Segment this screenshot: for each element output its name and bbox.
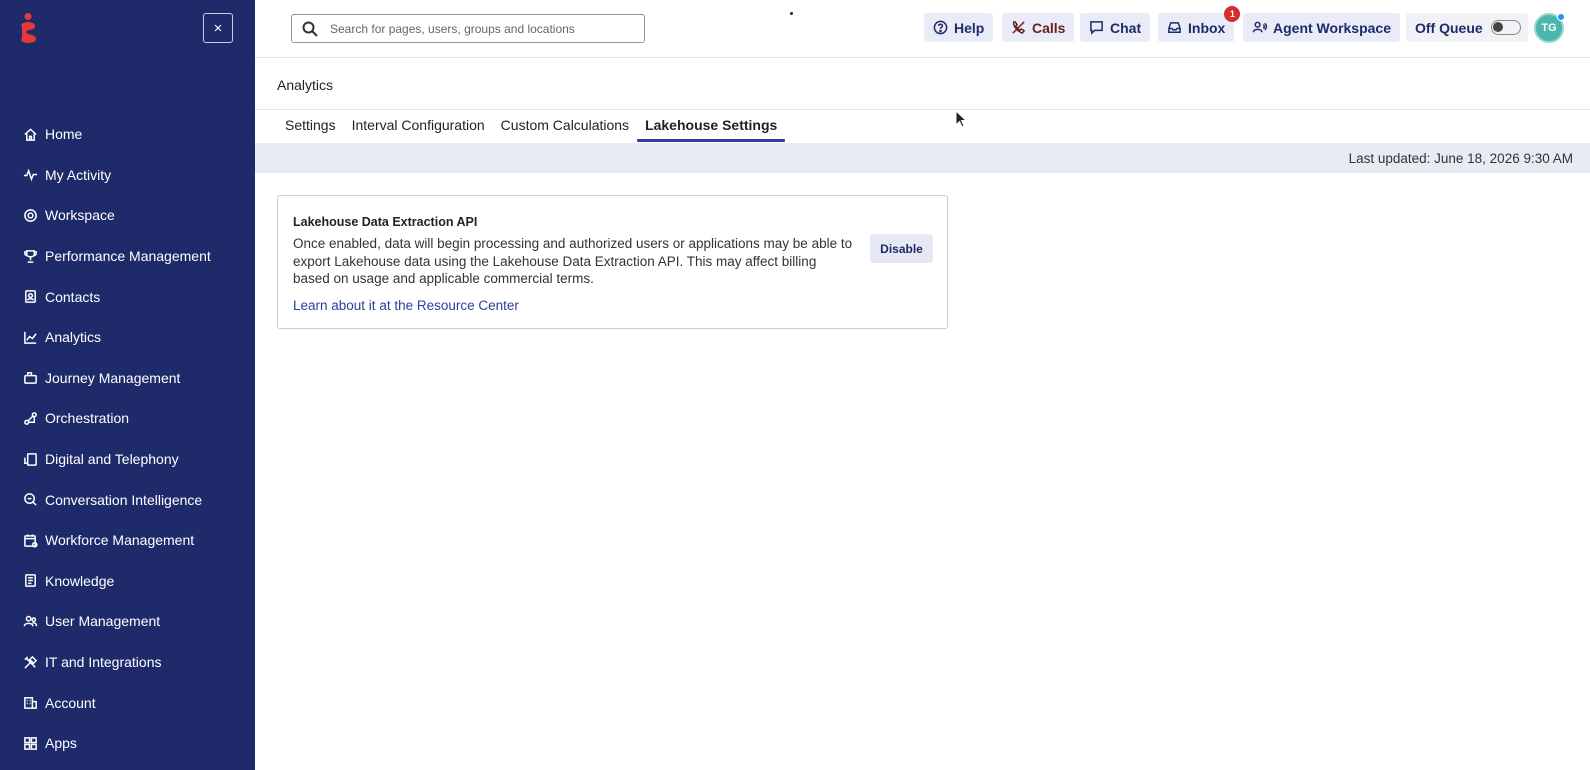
sidebar-item-home[interactable]: Home — [0, 114, 255, 155]
sidebar-item-label: My Activity — [45, 166, 112, 183]
conversation-intelligence-icon — [22, 492, 38, 508]
sidebar-item-analytics[interactable]: Analytics — [0, 317, 255, 358]
building-icon — [22, 695, 38, 711]
mouse-cursor-icon — [955, 110, 967, 128]
telephony-icon — [22, 451, 38, 467]
sidebar-item-it-and-integrations[interactable]: IT and Integrations — [0, 642, 255, 683]
lakehouse-api-card: Lakehouse Data Extraction API Once enabl… — [277, 195, 948, 329]
genesys-logo[interactable] — [16, 12, 40, 44]
sidebar-item-apps[interactable]: Apps — [0, 723, 255, 764]
top-bar: Help Calls Chat Inbox 1 Agent Workspace … — [255, 0, 1590, 58]
sidebar: × Home My Activity Workspace Performance… — [0, 0, 255, 770]
sidebar-nav: Home My Activity Workspace Performance M… — [0, 114, 255, 764]
home-icon — [22, 126, 38, 142]
phone-off-icon — [1012, 21, 1026, 35]
sidebar-item-label: User Management — [45, 613, 161, 630]
sidebar-item-label: Analytics — [45, 329, 102, 346]
workspace-icon — [22, 207, 38, 223]
sidebar-item-label: Orchestration — [45, 410, 130, 427]
queue-status-label: Off Queue — [1415, 19, 1483, 36]
orchestration-icon — [22, 410, 38, 426]
calendar-icon — [22, 532, 38, 548]
sidebar-item-label: Apps — [45, 735, 77, 752]
sidebar-item-contacts[interactable]: Contacts — [0, 276, 255, 317]
agent-workspace-button[interactable]: Agent Workspace — [1243, 13, 1400, 42]
tab-custom-calculations[interactable]: Custom Calculations — [493, 118, 637, 142]
sidebar-item-label: Journey Management — [45, 369, 181, 386]
sidebar-item-label: Home — [45, 126, 83, 143]
sidebar-item-user-management[interactable]: User Management — [0, 601, 255, 642]
sidebar-item-label: Knowledge — [45, 572, 115, 589]
last-updated-text: Last updated: June 18, 2026 9:30 AM — [1348, 151, 1573, 166]
avatar[interactable]: TG — [1534, 13, 1565, 43]
inbox-icon — [1168, 22, 1181, 33]
agent-icon — [1252, 21, 1267, 33]
presence-indicator — [1557, 13, 1565, 21]
chat-icon — [1090, 21, 1103, 35]
inbox-button[interactable]: Inbox 1 — [1158, 6, 1241, 42]
queue-toggle[interactable]: Off Queue — [1406, 13, 1528, 42]
tab-lakehouse-settings[interactable]: Lakehouse Settings — [637, 118, 786, 142]
sidebar-item-label: IT and Integrations — [45, 654, 162, 671]
divider — [255, 109, 1590, 110]
contacts-icon — [22, 289, 38, 305]
journey-icon — [22, 370, 38, 386]
help-button[interactable]: Help — [924, 13, 994, 42]
sidebar-item-journey-management[interactable]: Journey Management — [0, 358, 255, 399]
inbox-badge: 1 — [1224, 6, 1241, 22]
close-icon: × — [213, 19, 223, 37]
tools-icon — [22, 654, 38, 670]
search-input[interactable] — [330, 21, 620, 36]
sidebar-item-workforce-management[interactable]: Workforce Management — [0, 520, 255, 561]
tab-interval-configuration[interactable]: Interval Configuration — [344, 118, 493, 142]
page-title: Analytics — [277, 77, 334, 93]
global-search[interactable] — [291, 14, 645, 43]
analytics-icon — [22, 329, 38, 345]
card-title: Lakehouse Data Extraction API — [293, 215, 478, 229]
close-sidebar-button[interactable]: × — [203, 13, 233, 43]
card-description: Once enabled, data will begin processing… — [293, 236, 853, 286]
sidebar-item-conversation-intelligence[interactable]: Conversation Intelligence — [0, 479, 255, 520]
tab-settings[interactable]: Settings — [277, 118, 344, 142]
sidebar-item-performance-management[interactable]: Performance Management — [0, 236, 255, 277]
help-icon — [933, 20, 948, 35]
sidebar-item-label: Account — [45, 694, 96, 711]
sidebar-item-label: Performance Management — [45, 248, 211, 265]
sidebar-item-my-activity[interactable]: My Activity — [0, 155, 255, 196]
queue-switch[interactable] — [1490, 20, 1521, 35]
chat-button[interactable]: Chat — [1080, 13, 1151, 42]
status-bar: Last updated: June 18, 2026 9:30 AM — [255, 143, 1590, 173]
sidebar-item-knowledge[interactable]: Knowledge — [0, 561, 255, 602]
apps-icon — [22, 735, 38, 751]
calls-button[interactable]: Calls — [1002, 13, 1075, 42]
sidebar-item-label: Workspace — [45, 207, 115, 224]
resource-center-link[interactable]: Learn about it at the Resource Center — [293, 298, 519, 313]
sidebar-item-account[interactable]: Account — [0, 682, 255, 723]
sidebar-item-workspace[interactable]: Workspace — [0, 195, 255, 236]
trophy-icon — [22, 248, 38, 264]
search-icon — [302, 21, 318, 37]
disable-button[interactable]: Disable — [870, 234, 933, 263]
users-icon — [22, 613, 38, 629]
stray-dot — [790, 12, 793, 15]
tab-bar: Settings Interval Configuration Custom C… — [277, 118, 786, 142]
sidebar-item-label: Workforce Management — [45, 532, 195, 549]
sidebar-item-label: Digital and Telephony — [45, 451, 179, 468]
activity-icon — [22, 167, 38, 183]
sidebar-item-label: Contacts — [45, 288, 101, 305]
sidebar-item-digital-and-telephony[interactable]: Digital and Telephony — [0, 439, 255, 480]
toggle-knob — [1492, 22, 1503, 32]
book-icon — [22, 573, 38, 589]
sidebar-item-label: Conversation Intelligence — [45, 491, 203, 508]
sidebar-item-orchestration[interactable]: Orchestration — [0, 398, 255, 439]
